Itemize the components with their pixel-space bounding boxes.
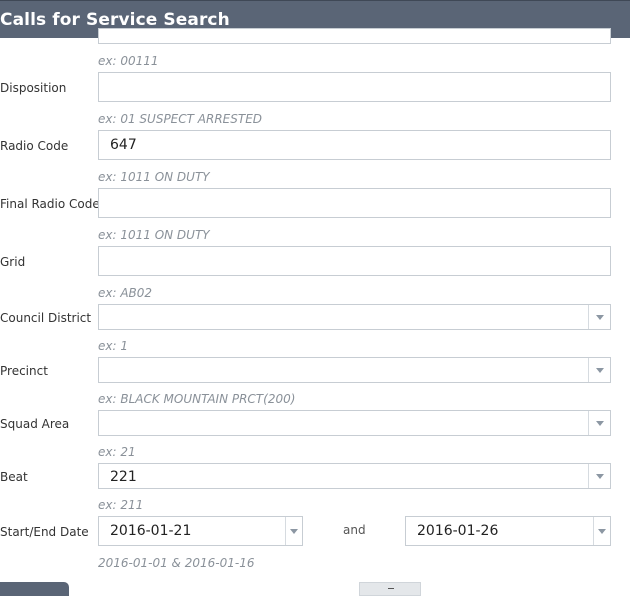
chevron-down-icon[interactable] (588, 305, 610, 329)
start-date-select[interactable]: 2016-01-21 (98, 516, 303, 546)
council-district-hint: ex: 1 (98, 339, 128, 353)
search-button[interactable] (0, 582, 69, 596)
chevron-down-icon[interactable] (593, 517, 610, 545)
beat-hint: ex: 211 (98, 498, 144, 512)
squad-area-hint: ex: 21 (98, 445, 136, 459)
precinct-label: Precinct (0, 364, 48, 378)
squad-area-select[interactable] (98, 410, 611, 436)
squad-area-label: Squad Area (0, 417, 70, 431)
council-district-label: Council District (0, 311, 92, 325)
date-range-hint: 2016-01-01 & 2016-01-16 (98, 556, 255, 570)
date-range-label: Start/End Date (0, 525, 89, 539)
end-date-value: 2016-01-26 (417, 523, 499, 539)
previous-field-input[interactable] (98, 28, 611, 44)
final-radio-code-label: Final Radio Code (0, 197, 100, 211)
grid-label: Grid (0, 255, 26, 269)
chevron-down-icon[interactable] (588, 411, 610, 435)
disposition-label: Disposition (0, 81, 67, 95)
collapse-button[interactable] (359, 582, 421, 596)
grid-hint: ex: AB02 (98, 286, 153, 300)
radio-code-label: Radio Code (0, 139, 69, 153)
precinct-hint: ex: BLACK MOUNTAIN PRCT(200) (98, 392, 296, 406)
disposition-hint: ex: 01 SUSPECT ARRESTED (98, 112, 263, 126)
end-date-select[interactable]: 2016-01-26 (405, 516, 611, 546)
chevron-down-icon[interactable] (588, 358, 610, 382)
precinct-select[interactable] (98, 357, 611, 383)
grid-input[interactable] (98, 246, 611, 276)
final-radio-code-hint: ex: 1011 ON DUTY (98, 228, 210, 242)
beat-label: Beat (0, 470, 28, 484)
chevron-down-icon[interactable] (285, 517, 302, 545)
radio-code-input[interactable]: 647 (98, 130, 611, 160)
final-radio-code-input[interactable] (98, 188, 611, 218)
date-and-label: and (343, 523, 366, 537)
radio-code-hint: ex: 1011 ON DUTY (98, 170, 210, 184)
chevron-down-icon[interactable] (588, 464, 610, 488)
beat-select[interactable]: 221 (98, 463, 611, 489)
disposition-input[interactable] (98, 72, 611, 102)
start-date-value: 2016-01-21 (110, 523, 192, 539)
previous-field-hint: ex: 00111 (98, 54, 159, 68)
beat-value: 221 (110, 469, 137, 485)
page-title: Calls for Service Search (0, 10, 230, 30)
council-district-select[interactable] (98, 304, 611, 330)
